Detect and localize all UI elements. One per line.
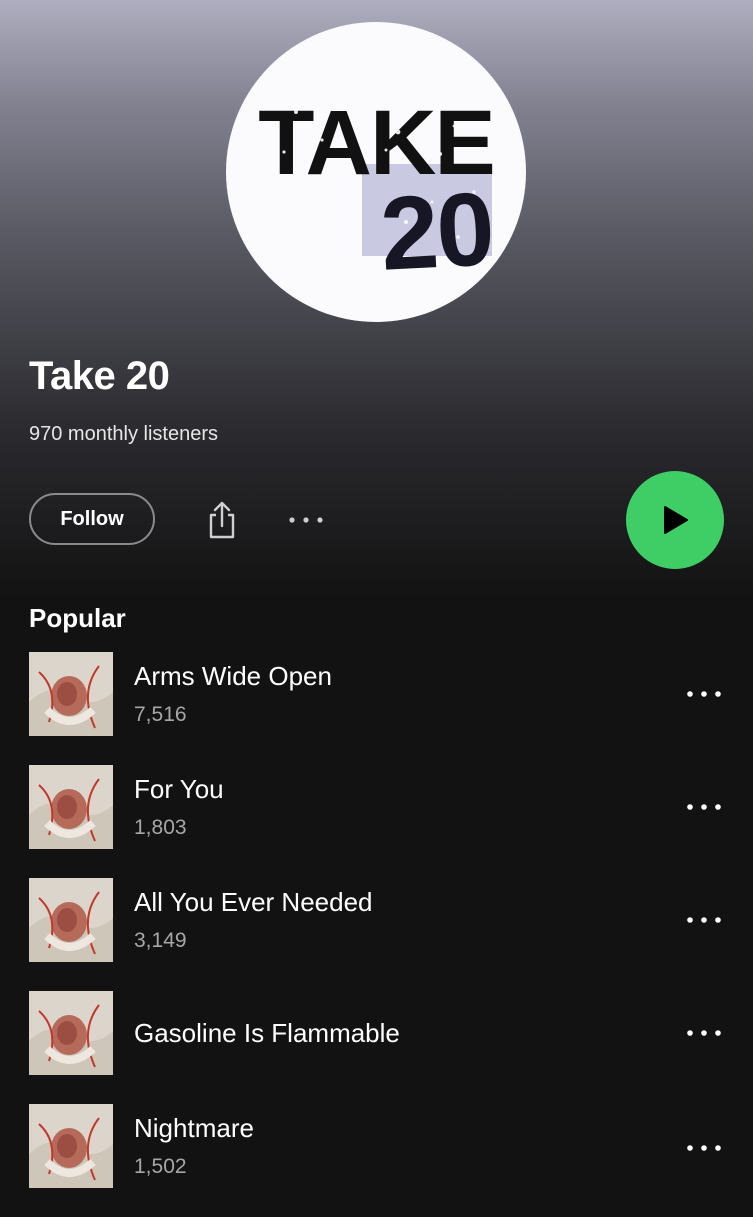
- track-row[interactable]: Arms Wide Open 7,516: [0, 652, 753, 765]
- play-icon: [664, 506, 688, 534]
- more-horizontal-icon: [687, 917, 721, 923]
- artist-avatar: TAKE 20: [226, 22, 526, 322]
- share-button[interactable]: [198, 496, 246, 544]
- follow-button[interactable]: Follow: [29, 493, 155, 545]
- track-more-button[interactable]: [682, 793, 726, 821]
- track-more-button[interactable]: [682, 1134, 726, 1162]
- track-title: For You: [134, 774, 224, 804]
- track-more-button[interactable]: [682, 680, 726, 708]
- track-title: Arms Wide Open: [134, 661, 332, 691]
- more-horizontal-icon: [687, 691, 721, 697]
- track-cover-art: [29, 652, 113, 736]
- track-cover-art: [29, 878, 113, 962]
- share-icon: [209, 501, 235, 539]
- play-button[interactable]: [626, 471, 724, 569]
- track-row[interactable]: Nightmare 1,502: [0, 1104, 753, 1217]
- artist-name: Take 20: [29, 354, 170, 398]
- track-cover-art: [29, 765, 113, 849]
- popular-track-list: Arms Wide Open 7,516 For You 1,803 All Y…: [0, 652, 753, 1217]
- more-horizontal-icon: [687, 804, 721, 810]
- track-row[interactable]: All You Ever Needed 3,149: [0, 878, 753, 991]
- track-play-count: 1,502: [134, 1155, 187, 1178]
- artist-more-button[interactable]: [282, 502, 330, 538]
- track-title: Nightmare: [134, 1113, 254, 1143]
- track-title: All You Ever Needed: [134, 887, 373, 917]
- track-cover-art: [29, 1104, 113, 1188]
- track-more-button[interactable]: [682, 906, 726, 934]
- more-horizontal-icon: [687, 1030, 721, 1036]
- track-cover-art: [29, 991, 113, 1075]
- track-title: Gasoline Is Flammable: [134, 1018, 400, 1048]
- track-play-count: 3,149: [134, 929, 187, 952]
- track-more-button[interactable]: [682, 1019, 726, 1047]
- popular-section-title: Popular: [29, 603, 126, 633]
- monthly-listeners: 970 monthly listeners: [29, 423, 218, 445]
- track-row[interactable]: For You 1,803: [0, 765, 753, 878]
- track-row[interactable]: Gasoline Is Flammable: [0, 991, 753, 1104]
- avatar-logo-bottom: 20: [378, 171, 496, 293]
- more-horizontal-icon: [687, 1145, 721, 1151]
- more-horizontal-icon: [289, 517, 323, 523]
- track-play-count: 7,516: [134, 703, 187, 726]
- track-play-count: 1,803: [134, 816, 187, 839]
